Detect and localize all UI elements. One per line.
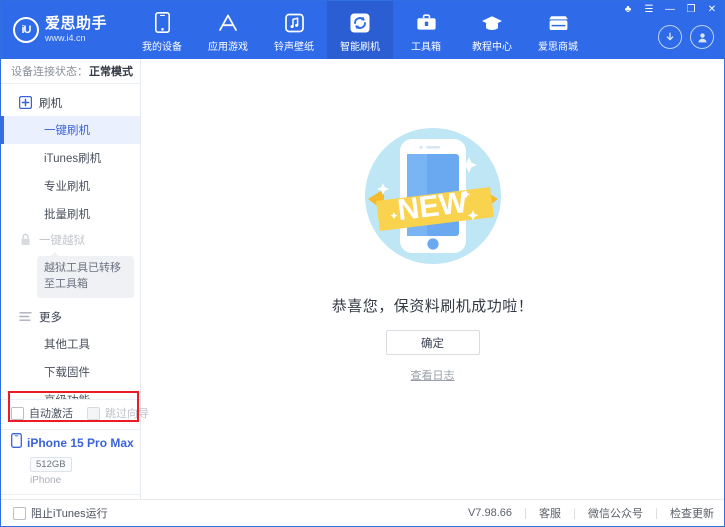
tab-label: 爱思商城: [538, 41, 578, 53]
logo-name: 爱思助手: [45, 15, 108, 33]
sidebar-group-label: 更多: [39, 311, 62, 324]
tab-ringtone-wallpaper[interactable]: 铃声壁纸: [261, 1, 327, 59]
ringtone-icon: [284, 12, 304, 34]
connected-device-card[interactable]: iPhone 15 Pro Max 512GB iPhone: [1, 429, 140, 490]
body-wrapper: 设备连接状态： 正常模式 刷机 一键刷机 iTunes刷机 专业刷机 批量刷机 …: [1, 59, 724, 499]
graduation-cap-icon: [481, 12, 503, 34]
app-window: iU 爱思助手 www.i4.cn 我的设备 应用游戏 铃声壁纸 智能刷机 工具…: [0, 0, 725, 527]
header-right-icons: [658, 25, 714, 49]
view-log-link[interactable]: 查看日志: [411, 367, 455, 383]
checkbox-box: [11, 406, 24, 420]
sidebar-item-itunes-flash[interactable]: iTunes刷机: [1, 144, 140, 172]
checkbox-box: [13, 506, 26, 520]
skin-icon[interactable]: ♣: [622, 4, 634, 16]
sidebar-item-label: 一键越狱: [39, 234, 85, 247]
device-name: iPhone 15 Pro Max: [27, 436, 134, 450]
jailbreak-tooltip: 越狱工具已转移至工具箱: [37, 251, 134, 298]
checkbox-label: 阻止iTunes运行: [31, 508, 108, 520]
menu-icon[interactable]: ☰: [643, 4, 655, 16]
close-icon[interactable]: ✕: [706, 4, 718, 16]
connection-status-value: 正常模式: [89, 65, 133, 78]
flash-refresh-icon: [350, 12, 370, 34]
download-icon[interactable]: [658, 25, 682, 49]
phone-icon: [11, 433, 22, 453]
logo-text: 爱思助手 www.i4.cn: [45, 16, 107, 43]
tab-label: 我的设备: [142, 41, 182, 53]
device-connection-status: 设备连接状态： 正常模式: [1, 59, 140, 84]
sidebar-item-one-key-flash[interactable]: 一键刷机: [1, 115, 140, 144]
maximize-icon[interactable]: ❐: [685, 4, 697, 16]
tab-label: 铃声壁纸: [274, 41, 314, 53]
window-controls: ♣ ☰ — ❐ ✕: [622, 4, 718, 16]
customer-service-link[interactable]: 客服: [539, 505, 561, 521]
phone-flash-icon: [19, 96, 32, 110]
tab-apps-games[interactable]: 应用游戏: [195, 1, 261, 59]
device-icon: [154, 12, 170, 34]
sidebar-options-row: 自动激活 跳过向导: [1, 400, 149, 426]
sidebar-nav: 刷机 一键刷机 iTunes刷机 专业刷机 批量刷机 一键越狱 越狱工具已转移至…: [1, 84, 140, 399]
logo-badge-icon: iU: [13, 17, 39, 43]
app-logo[interactable]: iU 爱思助手 www.i4.cn: [1, 1, 129, 59]
new-phone-illustration: NEW: [348, 111, 518, 281]
block-itunes-checkbox[interactable]: 阻止iTunes运行: [13, 505, 108, 521]
lock-icon: [19, 233, 32, 246]
device-capacity-badge: 512GB: [30, 457, 72, 472]
sidebar-item-batch-flash[interactable]: 批量刷机: [1, 200, 140, 228]
sidebar-item-label: 下载固件: [44, 366, 90, 379]
app-version: V7.98.66: [467, 507, 512, 519]
minimize-icon[interactable]: —: [664, 4, 676, 16]
logo-url: www.i4.cn: [45, 33, 86, 44]
tab-smart-flash[interactable]: 智能刷机: [327, 1, 393, 59]
app-header: iU 爱思助手 www.i4.cn 我的设备 应用游戏 铃声壁纸 智能刷机 工具…: [1, 1, 724, 59]
checkbox-label: 跳过向导: [105, 408, 149, 420]
wechat-official-link[interactable]: 微信公众号: [588, 505, 643, 521]
sidebar-item-label: 其他工具: [44, 338, 90, 351]
sidebar-group-more[interactable]: 更多: [1, 304, 140, 330]
appstore-icon: [217, 12, 239, 34]
checkbox-label: 自动激活: [29, 408, 73, 420]
device-type: iPhone: [30, 475, 62, 486]
divider: [525, 507, 526, 519]
tab-toolbox[interactable]: 工具箱: [393, 1, 459, 59]
sidebar-item-label: 专业刷机: [44, 180, 90, 193]
sidebar-item-label: 高级功能: [44, 392, 90, 399]
main-content: NEW 恭喜您，保资料刷机成功啦！ 确定 查看日志: [141, 59, 724, 499]
tab-aisi-shop[interactable]: 爱思商城: [525, 1, 591, 59]
skip-wizard-checkbox: 跳过向导: [87, 405, 149, 421]
tab-label: 应用游戏: [208, 41, 248, 53]
sidebar-footer: 自动激活 跳过向导 iPhone 15 Pro Max 512GB iPhone: [1, 391, 149, 499]
status-bar: 阻止iTunes运行 V7.98.66 客服 微信公众号 检查更新: [1, 499, 724, 526]
device-title-row: iPhone 15 Pro Max: [11, 433, 140, 453]
sidebar-group-flash[interactable]: 刷机: [1, 90, 140, 116]
check-update-link[interactable]: 检查更新: [670, 505, 714, 521]
connection-status-label: 设备连接状态：: [11, 65, 88, 78]
status-bar-right: V7.98.66 客服 微信公众号 检查更新: [468, 505, 714, 521]
sidebar-group-label: 刷机: [39, 97, 62, 110]
tab-my-device[interactable]: 我的设备: [129, 1, 195, 59]
divider: [656, 507, 657, 519]
shop-icon: [547, 12, 570, 34]
sidebar-item-download-firmware[interactable]: 下载固件: [1, 358, 140, 386]
checkbox-box: [87, 406, 100, 420]
sidebar-item-label: 一键刷机: [44, 124, 90, 137]
sidebar-item-label: iTunes刷机: [44, 152, 102, 165]
sidebar: 设备连接状态： 正常模式 刷机 一键刷机 iTunes刷机 专业刷机 批量刷机 …: [1, 59, 149, 499]
tab-label: 智能刷机: [340, 41, 380, 53]
tab-label: 工具箱: [411, 41, 441, 53]
flash-result-message: 恭喜您，保资料刷机成功啦！: [331, 298, 534, 315]
toolbox-icon: [416, 12, 437, 34]
tab-label: 教程中心: [472, 41, 512, 53]
divider: [574, 507, 575, 519]
sidebar-item-advanced[interactable]: 高级功能: [1, 386, 140, 399]
sidebar-item-jailbreak: 一键越狱: [1, 228, 140, 252]
confirm-button[interactable]: 确定: [385, 330, 480, 355]
account-icon[interactable]: [690, 25, 714, 49]
sidebar-item-label: 批量刷机: [44, 208, 90, 221]
auto-activate-checkbox[interactable]: 自动激活: [11, 405, 73, 421]
list-icon: [19, 310, 32, 323]
tab-tutorial-center[interactable]: 教程中心: [459, 1, 525, 59]
sidebar-divider: [1, 494, 140, 495]
sidebar-item-other-tools[interactable]: 其他工具: [1, 330, 140, 358]
sidebar-item-pro-flash[interactable]: 专业刷机: [1, 172, 140, 200]
